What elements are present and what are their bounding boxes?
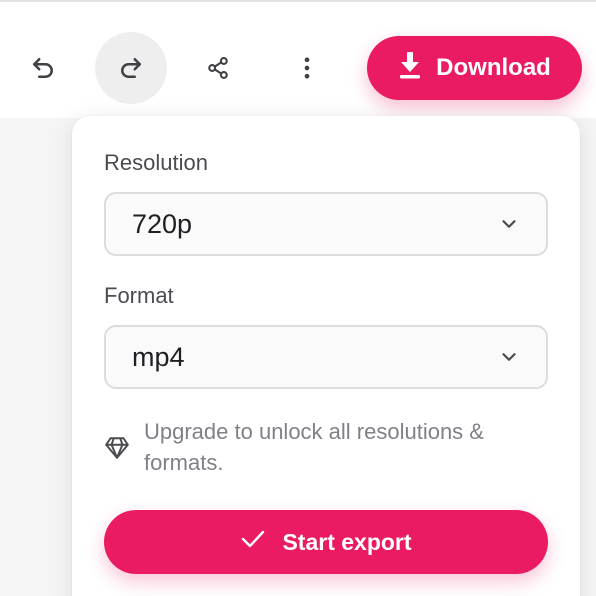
chevron-down-icon bbox=[498, 213, 520, 235]
start-export-button[interactable]: Start export bbox=[104, 510, 548, 574]
chevron-down-icon bbox=[498, 346, 520, 368]
upgrade-text: Upgrade to unlock all resolutions & form… bbox=[144, 419, 484, 475]
format-select[interactable]: mp4 bbox=[104, 325, 548, 389]
format-label: Format bbox=[104, 283, 174, 308]
share-button[interactable] bbox=[182, 32, 254, 104]
redo-icon bbox=[116, 53, 146, 83]
diamond-icon bbox=[104, 436, 130, 465]
format-value: mp4 bbox=[132, 341, 185, 372]
undo-icon bbox=[28, 53, 58, 83]
download-icon bbox=[398, 51, 422, 86]
resolution-value: 720p bbox=[132, 208, 193, 239]
download-button[interactable]: Download bbox=[367, 36, 582, 100]
download-label: Download bbox=[436, 54, 551, 81]
share-icon bbox=[204, 54, 232, 82]
redo-button[interactable] bbox=[95, 32, 167, 104]
editor-stage: Download Resolution 720p Format mp4 Upgr… bbox=[0, 0, 596, 596]
export-panel: Resolution 720p Format mp4 Upgrade to un… bbox=[72, 116, 580, 596]
more-vertical-icon bbox=[293, 54, 321, 82]
undo-button[interactable] bbox=[7, 32, 79, 104]
start-export-label: Start export bbox=[282, 528, 412, 555]
resolution-label: Resolution bbox=[104, 150, 208, 175]
top-toolbar: Download bbox=[0, 0, 596, 118]
resolution-select[interactable]: 720p bbox=[104, 192, 548, 256]
upgrade-notice: Upgrade to unlock all resolutions & form… bbox=[104, 416, 548, 478]
more-options-button[interactable] bbox=[271, 32, 343, 104]
check-icon bbox=[240, 528, 266, 556]
